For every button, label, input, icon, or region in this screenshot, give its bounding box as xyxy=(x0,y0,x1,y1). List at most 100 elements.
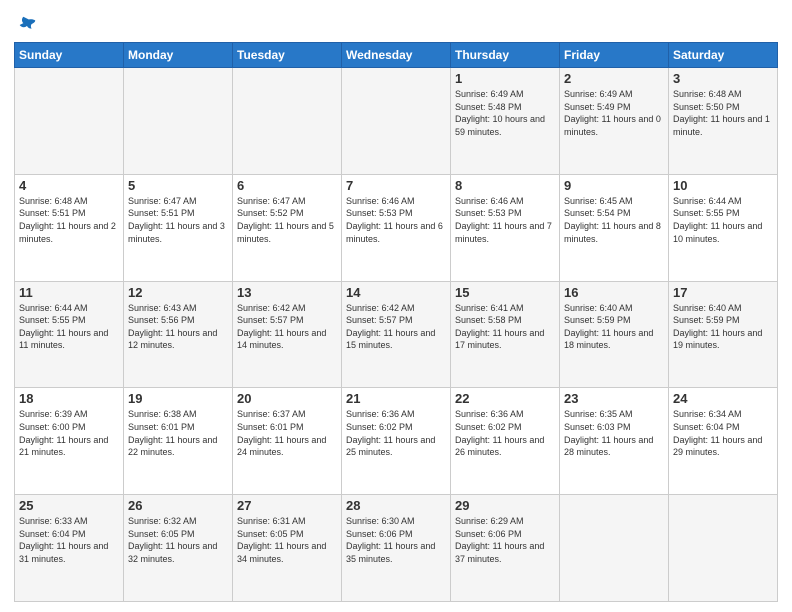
calendar-cell xyxy=(669,495,778,602)
day-number: 22 xyxy=(455,391,555,406)
calendar-cell: 9Sunrise: 6:45 AM Sunset: 5:54 PM Daylig… xyxy=(560,174,669,281)
calendar-cell: 21 Sunrise: 6:36 AM Sunset: 6:02 PM Dayli… xyxy=(342,388,451,495)
day-number: 27 xyxy=(237,498,337,513)
cell-sun-info: Sunrise: 6:41 AM Sunset: 5:58 PM Dayligh… xyxy=(455,302,555,352)
calendar-cell: 20Sunrise: 6:37 AM Sunset: 6:01 PM Dayli… xyxy=(233,388,342,495)
cell-sun-info: Sunrise: 6:47 AM Sunset: 5:51 PM Dayligh… xyxy=(128,195,228,245)
calendar-week-row: 4 Sunrise: 6:48 AM Sunset: 5:51 PM Daylig… xyxy=(15,174,778,281)
cell-sun-info: Sunrise: 6:48 AM Sunset: 5:50 PM Dayligh… xyxy=(673,88,773,138)
calendar-cell: 17 Sunrise: 6:40 AM Sunset: 5:59 PM Dayli… xyxy=(669,281,778,388)
day-number: 7 xyxy=(346,178,446,193)
cell-sun-info: Sunrise: 6:49 AM Sunset: 5:49 PM Dayligh… xyxy=(564,88,664,138)
cell-sun-info: Sunrise: 6:43 AM Sunset: 5:56 PM Dayligh… xyxy=(128,302,228,352)
logo-bird-icon xyxy=(16,14,38,36)
day-of-week-header: Thursday xyxy=(451,43,560,68)
day-number: 14 xyxy=(346,285,446,300)
calendar-cell xyxy=(233,68,342,175)
calendar-cell: 8 Sunrise: 6:46 AM Sunset: 5:53 PM Daylig… xyxy=(451,174,560,281)
day-number: 20 xyxy=(237,391,337,406)
calendar-week-row: 18Sunrise: 6:39 AM Sunset: 6:00 PM Dayli… xyxy=(15,388,778,495)
day-number: 12 xyxy=(128,285,228,300)
day-number: 25 xyxy=(19,498,119,513)
calendar-cell: 10 Sunrise: 6:44 AM Sunset: 5:55 PM Dayli… xyxy=(669,174,778,281)
cell-sun-info: Sunrise: 6:33 AM Sunset: 6:04 PM Dayligh… xyxy=(19,515,119,565)
header xyxy=(14,10,778,36)
cell-sun-info: Sunrise: 6:32 AM Sunset: 6:05 PM Dayligh… xyxy=(128,515,228,565)
calendar-cell: 1 Sunrise: 6:49 AM Sunset: 5:48 PM Daylig… xyxy=(451,68,560,175)
day-number: 19 xyxy=(128,391,228,406)
calendar-cell: 29 Sunrise: 6:29 AM Sunset: 6:06 PM Dayli… xyxy=(451,495,560,602)
calendar-cell: 6Sunrise: 6:47 AM Sunset: 5:52 PM Daylig… xyxy=(233,174,342,281)
calendar-cell: 3 Sunrise: 6:48 AM Sunset: 5:50 PM Daylig… xyxy=(669,68,778,175)
day-number: 10 xyxy=(673,178,773,193)
calendar-cell: 18Sunrise: 6:39 AM Sunset: 6:00 PM Dayli… xyxy=(15,388,124,495)
calendar-cell: 13Sunrise: 6:42 AM Sunset: 5:57 PM Dayli… xyxy=(233,281,342,388)
day-number: 1 xyxy=(455,71,555,86)
calendar-cell xyxy=(124,68,233,175)
cell-sun-info: Sunrise: 6:48 AM Sunset: 5:51 PM Dayligh… xyxy=(19,195,119,245)
day-number: 2 xyxy=(564,71,664,86)
day-number: 26 xyxy=(128,498,228,513)
day-number: 15 xyxy=(455,285,555,300)
cell-sun-info: Sunrise: 6:36 AM Sunset: 6:02 PM Dayligh… xyxy=(346,408,446,458)
day-number: 17 xyxy=(673,285,773,300)
calendar-cell: 11Sunrise: 6:44 AM Sunset: 5:55 PM Dayli… xyxy=(15,281,124,388)
day-of-week-header: Monday xyxy=(124,43,233,68)
calendar-cell: 28 Sunrise: 6:30 AM Sunset: 6:06 PM Dayli… xyxy=(342,495,451,602)
day-number: 28 xyxy=(346,498,446,513)
day-number: 21 xyxy=(346,391,446,406)
day-number: 5 xyxy=(128,178,228,193)
cell-sun-info: Sunrise: 6:40 AM Sunset: 5:59 PM Dayligh… xyxy=(673,302,773,352)
cell-sun-info: Sunrise: 6:36 AM Sunset: 6:02 PM Dayligh… xyxy=(455,408,555,458)
day-of-week-header: Saturday xyxy=(669,43,778,68)
calendar-cell xyxy=(560,495,669,602)
calendar-cell xyxy=(342,68,451,175)
calendar-cell: 24 Sunrise: 6:34 AM Sunset: 6:04 PM Dayli… xyxy=(669,388,778,495)
calendar-cell: 7 Sunrise: 6:46 AM Sunset: 5:53 PM Daylig… xyxy=(342,174,451,281)
calendar-cell: 12 Sunrise: 6:43 AM Sunset: 5:56 PM Dayli… xyxy=(124,281,233,388)
day-number: 4 xyxy=(19,178,119,193)
cell-sun-info: Sunrise: 6:44 AM Sunset: 5:55 PM Dayligh… xyxy=(673,195,773,245)
calendar-cell: 4 Sunrise: 6:48 AM Sunset: 5:51 PM Daylig… xyxy=(15,174,124,281)
day-number: 8 xyxy=(455,178,555,193)
day-number: 29 xyxy=(455,498,555,513)
cell-sun-info: Sunrise: 6:42 AM Sunset: 5:57 PM Dayligh… xyxy=(346,302,446,352)
cell-sun-info: Sunrise: 6:40 AM Sunset: 5:59 PM Dayligh… xyxy=(564,302,664,352)
day-number: 16 xyxy=(564,285,664,300)
cell-sun-info: Sunrise: 6:30 AM Sunset: 6:06 PM Dayligh… xyxy=(346,515,446,565)
calendar-week-row: 1 Sunrise: 6:49 AM Sunset: 5:48 PM Daylig… xyxy=(15,68,778,175)
day-number: 24 xyxy=(673,391,773,406)
day-number: 23 xyxy=(564,391,664,406)
calendar-week-row: 11Sunrise: 6:44 AM Sunset: 5:55 PM Dayli… xyxy=(15,281,778,388)
day-of-week-header: Friday xyxy=(560,43,669,68)
calendar-cell: 19 Sunrise: 6:38 AM Sunset: 6:01 PM Dayli… xyxy=(124,388,233,495)
day-of-week-header: Tuesday xyxy=(233,43,342,68)
cell-sun-info: Sunrise: 6:35 AM Sunset: 6:03 PM Dayligh… xyxy=(564,408,664,458)
calendar-cell: 22 Sunrise: 6:36 AM Sunset: 6:02 PM Dayli… xyxy=(451,388,560,495)
cell-sun-info: Sunrise: 6:31 AM Sunset: 6:05 PM Dayligh… xyxy=(237,515,337,565)
calendar-cell: 26 Sunrise: 6:32 AM Sunset: 6:05 PM Dayli… xyxy=(124,495,233,602)
calendar-cell: 16 Sunrise: 6:40 AM Sunset: 5:59 PM Dayli… xyxy=(560,281,669,388)
calendar: SundayMondayTuesdayWednesdayThursdayFrid… xyxy=(14,42,778,602)
cell-sun-info: Sunrise: 6:45 AM Sunset: 5:54 PM Dayligh… xyxy=(564,195,664,245)
cell-sun-info: Sunrise: 6:46 AM Sunset: 5:53 PM Dayligh… xyxy=(455,195,555,245)
cell-sun-info: Sunrise: 6:38 AM Sunset: 6:01 PM Dayligh… xyxy=(128,408,228,458)
calendar-cell xyxy=(15,68,124,175)
calendar-cell: 27 Sunrise: 6:31 AM Sunset: 6:05 PM Dayli… xyxy=(233,495,342,602)
day-number: 11 xyxy=(19,285,119,300)
cell-sun-info: Sunrise: 6:47 AM Sunset: 5:52 PM Dayligh… xyxy=(237,195,337,245)
day-number: 13 xyxy=(237,285,337,300)
page: SundayMondayTuesdayWednesdayThursdayFrid… xyxy=(0,0,792,612)
cell-sun-info: Sunrise: 6:34 AM Sunset: 6:04 PM Dayligh… xyxy=(673,408,773,458)
day-of-week-header: Wednesday xyxy=(342,43,451,68)
day-number: 18 xyxy=(19,391,119,406)
calendar-cell: 2 Sunrise: 6:49 AM Sunset: 5:49 PM Daylig… xyxy=(560,68,669,175)
calendar-cell: 23 Sunrise: 6:35 AM Sunset: 6:03 PM Dayli… xyxy=(560,388,669,495)
day-of-week-header: Sunday xyxy=(15,43,124,68)
calendar-week-row: 25 Sunrise: 6:33 AM Sunset: 6:04 PM Dayli… xyxy=(15,495,778,602)
cell-sun-info: Sunrise: 6:29 AM Sunset: 6:06 PM Dayligh… xyxy=(455,515,555,565)
calendar-cell: 14 Sunrise: 6:42 AM Sunset: 5:57 PM Dayli… xyxy=(342,281,451,388)
day-number: 3 xyxy=(673,71,773,86)
cell-sun-info: Sunrise: 6:49 AM Sunset: 5:48 PM Dayligh… xyxy=(455,88,555,138)
cell-sun-info: Sunrise: 6:46 AM Sunset: 5:53 PM Dayligh… xyxy=(346,195,446,245)
